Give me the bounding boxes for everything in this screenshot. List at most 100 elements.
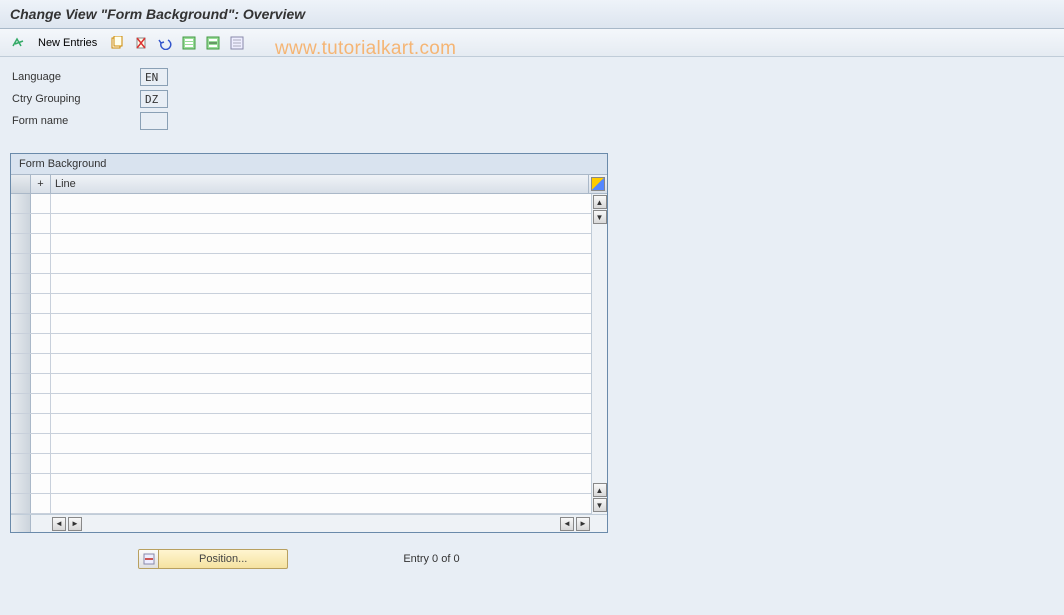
field-form-name: Form name bbox=[10, 111, 1054, 131]
row-line-cell[interactable] bbox=[51, 414, 591, 433]
row-plus-cell[interactable] bbox=[31, 434, 51, 453]
table-row[interactable] bbox=[11, 374, 591, 394]
table-row[interactable] bbox=[11, 194, 591, 214]
select-all-icon[interactable] bbox=[179, 34, 199, 52]
row-line-cell[interactable] bbox=[51, 454, 591, 473]
row-plus-cell[interactable] bbox=[31, 254, 51, 273]
row-selector[interactable] bbox=[11, 194, 31, 213]
row-plus-cell[interactable] bbox=[31, 494, 51, 513]
row-plus-cell[interactable] bbox=[31, 374, 51, 393]
table-row[interactable] bbox=[11, 234, 591, 254]
language-input[interactable] bbox=[140, 68, 168, 86]
table-row[interactable] bbox=[11, 294, 591, 314]
entry-counter: Entry 0 of 0 bbox=[403, 553, 459, 565]
vertical-scrollbar[interactable]: ▲ ▼ ▲ ▼ bbox=[591, 194, 607, 514]
scroll-down-icon[interactable]: ▼ bbox=[593, 210, 607, 224]
language-label: Language bbox=[10, 71, 140, 83]
scroll-down2-icon[interactable]: ▼ bbox=[593, 498, 607, 512]
deselect-all-icon[interactable] bbox=[227, 34, 247, 52]
delete-icon[interactable] bbox=[131, 34, 151, 52]
row-plus-cell[interactable] bbox=[31, 314, 51, 333]
row-line-cell[interactable] bbox=[51, 314, 591, 333]
row-plus-cell[interactable] bbox=[31, 414, 51, 433]
row-plus-cell[interactable] bbox=[31, 294, 51, 313]
row-selector[interactable] bbox=[11, 314, 31, 333]
field-language: Language bbox=[10, 67, 1054, 87]
row-line-cell[interactable] bbox=[51, 434, 591, 453]
table-row[interactable] bbox=[11, 334, 591, 354]
row-plus-cell[interactable] bbox=[31, 394, 51, 413]
scroll-left-icon[interactable]: ◄ bbox=[52, 517, 66, 531]
scroll-up-icon[interactable]: ▲ bbox=[593, 195, 607, 209]
row-selector[interactable] bbox=[11, 494, 31, 513]
row-plus-cell[interactable] bbox=[31, 274, 51, 293]
column-line[interactable]: Line bbox=[51, 175, 589, 193]
table-row[interactable] bbox=[11, 414, 591, 434]
table-row[interactable] bbox=[11, 314, 591, 334]
row-plus-cell[interactable] bbox=[31, 214, 51, 233]
scroll-up2-icon[interactable]: ▲ bbox=[593, 483, 607, 497]
row-line-cell[interactable] bbox=[51, 234, 591, 253]
row-selector[interactable] bbox=[11, 474, 31, 493]
copy-icon[interactable] bbox=[107, 34, 127, 52]
row-line-cell[interactable] bbox=[51, 374, 591, 393]
row-plus-cell[interactable] bbox=[31, 334, 51, 353]
table-row[interactable] bbox=[11, 494, 591, 514]
row-selector[interactable] bbox=[11, 454, 31, 473]
row-selector[interactable] bbox=[11, 214, 31, 233]
row-line-cell[interactable] bbox=[51, 214, 591, 233]
row-line-cell[interactable] bbox=[51, 274, 591, 293]
table-row[interactable] bbox=[11, 254, 591, 274]
column-plus[interactable]: + bbox=[31, 175, 51, 193]
select-block-icon[interactable] bbox=[203, 34, 223, 52]
row-selector[interactable] bbox=[11, 374, 31, 393]
row-line-cell[interactable] bbox=[51, 254, 591, 273]
scroll-right2-icon[interactable]: ► bbox=[576, 517, 590, 531]
form-name-input[interactable] bbox=[140, 112, 168, 130]
config-icon bbox=[591, 177, 605, 191]
row-selector[interactable] bbox=[11, 334, 31, 353]
table-select-all[interactable] bbox=[11, 175, 31, 193]
row-selector[interactable] bbox=[11, 394, 31, 413]
row-plus-cell[interactable] bbox=[31, 474, 51, 493]
row-line-cell[interactable] bbox=[51, 474, 591, 493]
row-line-cell[interactable] bbox=[51, 294, 591, 313]
row-selector[interactable] bbox=[11, 434, 31, 453]
row-selector[interactable] bbox=[11, 354, 31, 373]
ctry-input[interactable] bbox=[140, 90, 168, 108]
row-selector[interactable] bbox=[11, 274, 31, 293]
field-ctry-grouping: Ctry Grouping bbox=[10, 89, 1054, 109]
row-selector[interactable] bbox=[11, 294, 31, 313]
table-row[interactable] bbox=[11, 394, 591, 414]
row-line-cell[interactable] bbox=[51, 334, 591, 353]
row-plus-cell[interactable] bbox=[31, 194, 51, 213]
position-button[interactable]: Position... bbox=[138, 549, 288, 569]
table-rows bbox=[11, 194, 591, 514]
new-entries-button[interactable]: New Entries bbox=[32, 37, 103, 49]
row-selector[interactable] bbox=[11, 254, 31, 273]
table-row[interactable] bbox=[11, 434, 591, 454]
row-plus-cell[interactable] bbox=[31, 234, 51, 253]
row-line-cell[interactable] bbox=[51, 194, 591, 213]
table-row[interactable] bbox=[11, 214, 591, 234]
row-plus-cell[interactable] bbox=[31, 454, 51, 473]
horizontal-scrollbar[interactable]: ◄ ► ◄ ► bbox=[11, 514, 607, 532]
toggle-icon[interactable] bbox=[8, 34, 28, 52]
table-row[interactable] bbox=[11, 354, 591, 374]
row-line-cell[interactable] bbox=[51, 394, 591, 413]
row-line-cell[interactable] bbox=[51, 354, 591, 373]
form-name-label: Form name bbox=[10, 115, 140, 127]
row-line-cell[interactable] bbox=[51, 494, 591, 513]
table-row[interactable] bbox=[11, 474, 591, 494]
row-selector[interactable] bbox=[11, 234, 31, 253]
content-area: Language Ctry Grouping Form name Form Ba… bbox=[0, 57, 1064, 579]
row-selector[interactable] bbox=[11, 414, 31, 433]
table-row[interactable] bbox=[11, 274, 591, 294]
undo-icon[interactable] bbox=[155, 34, 175, 52]
row-plus-cell[interactable] bbox=[31, 354, 51, 373]
table-row[interactable] bbox=[11, 454, 591, 474]
scroll-left2-icon[interactable]: ◄ bbox=[560, 517, 574, 531]
table-config-button[interactable] bbox=[589, 175, 607, 193]
position-label: Position... bbox=[159, 553, 287, 565]
scroll-right-icon[interactable]: ► bbox=[68, 517, 82, 531]
